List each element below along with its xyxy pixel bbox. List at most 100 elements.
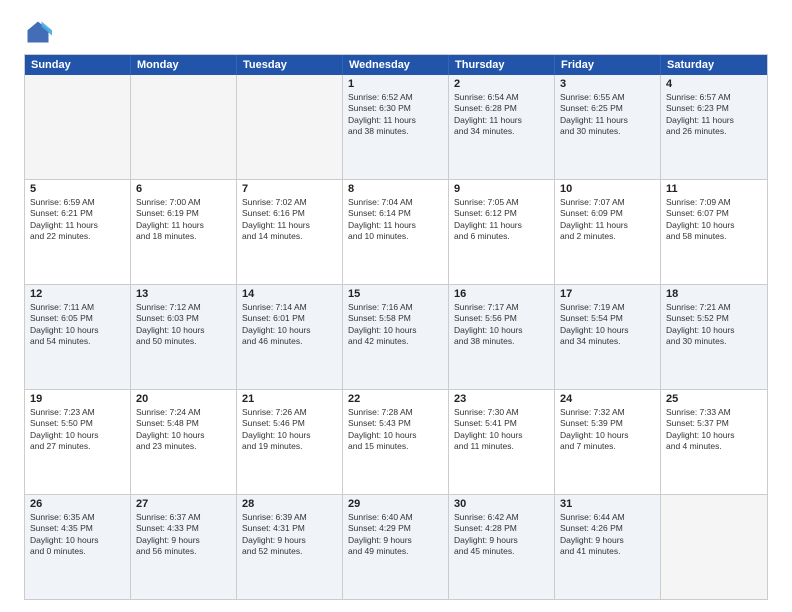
calendar-cell: 8 Sunrise: 7:04 AM Sunset: 6:14 PM Daylig… [343,180,449,284]
day-info: Sunrise: 7:24 AM Sunset: 5:48 PM Dayligh… [136,407,231,453]
day-info: Sunrise: 6:54 AM Sunset: 6:28 PM Dayligh… [454,92,549,138]
calendar-cell: 7 Sunrise: 7:02 AM Sunset: 6:16 PM Daylig… [237,180,343,284]
day-info: Sunrise: 6:37 AM Sunset: 4:33 PM Dayligh… [136,512,231,558]
day-number: 2 [454,78,549,90]
calendar-cell: 22 Sunrise: 7:28 AM Sunset: 5:43 PM Dayli… [343,390,449,494]
day-info: Sunrise: 6:52 AM Sunset: 6:30 PM Dayligh… [348,92,443,138]
calendar-cell: 26 Sunrise: 6:35 AM Sunset: 4:35 PM Dayli… [25,495,131,599]
day-number: 22 [348,393,443,405]
day-number: 1 [348,78,443,90]
day-info: Sunrise: 7:19 AM Sunset: 5:54 PM Dayligh… [560,302,655,348]
calendar-cell: 4Sunrise: 6:57 AM Sunset: 6:23 PM Daylig… [661,75,767,179]
day-number: 25 [666,393,762,405]
day-number: 10 [560,183,655,195]
calendar-body: 1 Sunrise: 6:52 AM Sunset: 6:30 PM Daylig… [25,75,767,599]
calendar-cell: 29Sunrise: 6:40 AM Sunset: 4:29 PM Dayli… [343,495,449,599]
day-number: 19 [30,393,125,405]
day-number: 24 [560,393,655,405]
weekday-header-wednesday: Wednesday [343,55,449,75]
day-number: 20 [136,393,231,405]
calendar-cell: 6 Sunrise: 7:00 AM Sunset: 6:19 PM Daylig… [131,180,237,284]
calendar-cell [661,495,767,599]
day-info: Sunrise: 7:17 AM Sunset: 5:56 PM Dayligh… [454,302,549,348]
day-number: 27 [136,498,231,510]
calendar-cell: 25 Sunrise: 7:33 AM Sunset: 5:37 PM Dayli… [661,390,767,494]
day-number: 7 [242,183,337,195]
calendar-cell: 15 Sunrise: 7:16 AM Sunset: 5:58 PM Dayli… [343,285,449,389]
weekday-header-saturday: Saturday [661,55,767,75]
calendar-cell: 18 Sunrise: 7:21 AM Sunset: 5:52 PM Dayli… [661,285,767,389]
day-info: Sunrise: 6:39 AM Sunset: 4:31 PM Dayligh… [242,512,337,558]
calendar: SundayMondayTuesdayWednesdayThursdayFrid… [24,54,768,600]
day-number: 26 [30,498,125,510]
day-info: Sunrise: 6:42 AM Sunset: 4:28 PM Dayligh… [454,512,549,558]
day-number: 30 [454,498,549,510]
day-number: 8 [348,183,443,195]
day-number: 18 [666,288,762,300]
weekday-header-thursday: Thursday [449,55,555,75]
calendar-cell: 12Sunrise: 7:11 AM Sunset: 6:05 PM Dayli… [25,285,131,389]
calendar-cell: 1 Sunrise: 6:52 AM Sunset: 6:30 PM Daylig… [343,75,449,179]
calendar-cell [25,75,131,179]
weekday-header-tuesday: Tuesday [237,55,343,75]
weekday-header-monday: Monday [131,55,237,75]
day-info: Sunrise: 7:02 AM Sunset: 6:16 PM Dayligh… [242,197,337,243]
day-info: Sunrise: 7:32 AM Sunset: 5:39 PM Dayligh… [560,407,655,453]
day-info: Sunrise: 7:07 AM Sunset: 6:09 PM Dayligh… [560,197,655,243]
day-info: Sunrise: 7:00 AM Sunset: 6:19 PM Dayligh… [136,197,231,243]
page: SundayMondayTuesdayWednesdayThursdayFrid… [0,0,792,612]
day-info: Sunrise: 7:16 AM Sunset: 5:58 PM Dayligh… [348,302,443,348]
day-number: 12 [30,288,125,300]
day-number: 23 [454,393,549,405]
calendar-cell: 2 Sunrise: 6:54 AM Sunset: 6:28 PM Daylig… [449,75,555,179]
calendar-cell: 24 Sunrise: 7:32 AM Sunset: 5:39 PM Dayli… [555,390,661,494]
day-info: Sunrise: 6:57 AM Sunset: 6:23 PM Dayligh… [666,92,762,138]
calendar-cell: 14 Sunrise: 7:14 AM Sunset: 6:01 PM Dayli… [237,285,343,389]
day-info: Sunrise: 6:35 AM Sunset: 4:35 PM Dayligh… [30,512,125,558]
day-info: Sunrise: 7:33 AM Sunset: 5:37 PM Dayligh… [666,407,762,453]
day-info: Sunrise: 7:28 AM Sunset: 5:43 PM Dayligh… [348,407,443,453]
day-info: Sunrise: 6:40 AM Sunset: 4:29 PM Dayligh… [348,512,443,558]
day-number: 11 [666,183,762,195]
day-info: Sunrise: 7:26 AM Sunset: 5:46 PM Dayligh… [242,407,337,453]
calendar-cell: 27 Sunrise: 6:37 AM Sunset: 4:33 PM Dayli… [131,495,237,599]
day-info: Sunrise: 6:44 AM Sunset: 4:26 PM Dayligh… [560,512,655,558]
calendar-cell: 10 Sunrise: 7:07 AM Sunset: 6:09 PM Dayli… [555,180,661,284]
calendar-cell: 9 Sunrise: 7:05 AM Sunset: 6:12 PM Daylig… [449,180,555,284]
weekday-header-sunday: Sunday [25,55,131,75]
calendar-header: SundayMondayTuesdayWednesdayThursdayFrid… [25,55,767,75]
day-info: Sunrise: 7:09 AM Sunset: 6:07 PM Dayligh… [666,197,762,243]
calendar-row-0: 1 Sunrise: 6:52 AM Sunset: 6:30 PM Daylig… [25,75,767,179]
calendar-cell: 17Sunrise: 7:19 AM Sunset: 5:54 PM Dayli… [555,285,661,389]
calendar-cell: 21 Sunrise: 7:26 AM Sunset: 5:46 PM Dayli… [237,390,343,494]
day-info: Sunrise: 7:14 AM Sunset: 6:01 PM Dayligh… [242,302,337,348]
calendar-cell: 28 Sunrise: 6:39 AM Sunset: 4:31 PM Dayli… [237,495,343,599]
day-number: 9 [454,183,549,195]
day-info: Sunrise: 7:05 AM Sunset: 6:12 PM Dayligh… [454,197,549,243]
day-number: 15 [348,288,443,300]
calendar-cell: 3 Sunrise: 6:55 AM Sunset: 6:25 PM Daylig… [555,75,661,179]
day-number: 14 [242,288,337,300]
calendar-cell: 20 Sunrise: 7:24 AM Sunset: 5:48 PM Dayli… [131,390,237,494]
calendar-row-1: 5Sunrise: 6:59 AM Sunset: 6:21 PM Daylig… [25,179,767,284]
calendar-cell: 13 Sunrise: 7:12 AM Sunset: 6:03 PM Dayli… [131,285,237,389]
day-info: Sunrise: 7:12 AM Sunset: 6:03 PM Dayligh… [136,302,231,348]
calendar-cell: 19 Sunrise: 7:23 AM Sunset: 5:50 PM Dayli… [25,390,131,494]
calendar-cell: 16Sunrise: 7:17 AM Sunset: 5:56 PM Dayli… [449,285,555,389]
day-info: Sunrise: 7:21 AM Sunset: 5:52 PM Dayligh… [666,302,762,348]
logo-icon [24,18,52,46]
calendar-cell: 23Sunrise: 7:30 AM Sunset: 5:41 PM Dayli… [449,390,555,494]
day-info: Sunrise: 6:55 AM Sunset: 6:25 PM Dayligh… [560,92,655,138]
day-info: Sunrise: 7:23 AM Sunset: 5:50 PM Dayligh… [30,407,125,453]
day-number: 28 [242,498,337,510]
day-info: Sunrise: 7:04 AM Sunset: 6:14 PM Dayligh… [348,197,443,243]
day-number: 3 [560,78,655,90]
calendar-cell: 30 Sunrise: 6:42 AM Sunset: 4:28 PM Dayli… [449,495,555,599]
calendar-cell: 5Sunrise: 6:59 AM Sunset: 6:21 PM Daylig… [25,180,131,284]
header [24,18,768,46]
day-number: 21 [242,393,337,405]
day-number: 13 [136,288,231,300]
calendar-cell: 31 Sunrise: 6:44 AM Sunset: 4:26 PM Dayli… [555,495,661,599]
day-number: 6 [136,183,231,195]
day-number: 31 [560,498,655,510]
